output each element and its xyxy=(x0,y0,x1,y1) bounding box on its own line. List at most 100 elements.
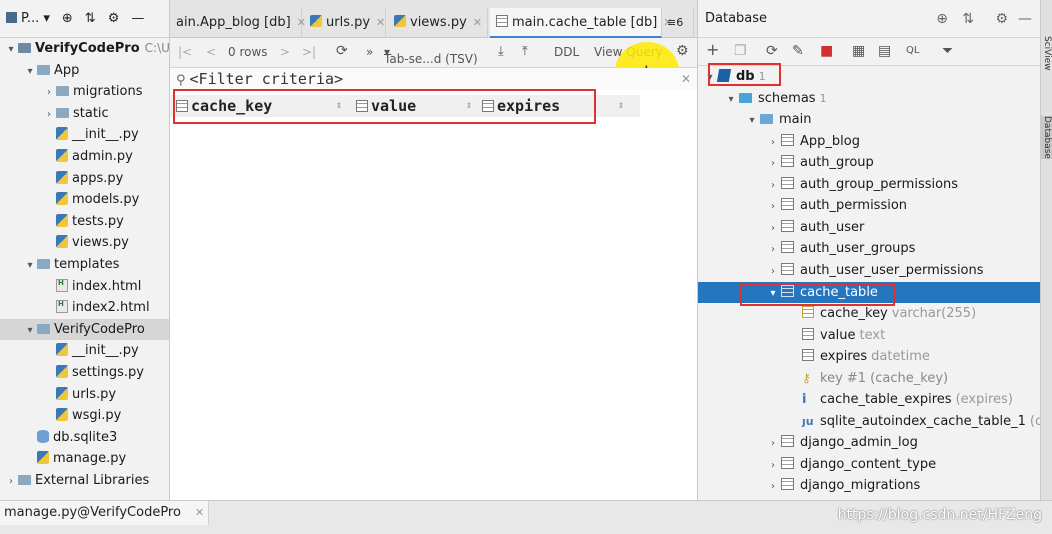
filter-input[interactable]: <Filter criteria> xyxy=(190,70,344,88)
settings-gear-icon[interactable]: ⚙ xyxy=(995,0,1008,38)
settings-gear-icon[interactable]: ⚙ xyxy=(676,43,689,59)
chevron-right-icon[interactable]: › xyxy=(765,433,781,454)
project-tree-item[interactable]: › External Libraries xyxy=(0,470,169,492)
sql-icon[interactable]: QL xyxy=(906,45,919,56)
chevron-right-icon[interactable]: › xyxy=(4,471,18,492)
clear-filter-icon[interactable]: ✕ xyxy=(681,68,691,90)
tab-urls[interactable]: urls.py ✕ xyxy=(304,8,386,38)
tabs-overflow-button[interactable]: ≡6 xyxy=(664,8,694,38)
chevron-right-icon[interactable]: › xyxy=(765,196,781,217)
project-tree-item[interactable]: manage.py xyxy=(0,448,169,469)
locate-icon[interactable]: ⊕ xyxy=(936,0,948,38)
locate-icon[interactable]: ⊕ xyxy=(62,11,73,26)
next-page-icon[interactable]: > xyxy=(280,45,290,59)
table-node[interactable]: › django_admin_log xyxy=(698,432,1040,453)
hide-icon[interactable]: — xyxy=(1018,0,1032,38)
more-icon[interactable]: » xyxy=(366,45,373,59)
sort-icon[interactable]: ⇕ xyxy=(618,95,624,117)
filter-icon[interactable]: ⏷ xyxy=(942,43,953,59)
project-tree-item[interactable]: db.sqlite3 xyxy=(0,427,169,448)
hide-icon[interactable]: — xyxy=(131,11,144,26)
row-count[interactable]: 0 rows xyxy=(228,45,268,59)
console-icon[interactable]: ▤ xyxy=(878,43,891,59)
project-tree-item[interactable]: ▾ App xyxy=(0,60,169,82)
edit-icon[interactable]: ✎ xyxy=(792,43,804,59)
project-tree-item[interactable]: views.py xyxy=(0,232,169,253)
project-tree-item[interactable]: admin.py xyxy=(0,146,169,167)
project-tree-item[interactable]: settings.py xyxy=(0,362,169,383)
project-tree-item[interactable]: ▾ VerifyCodePro C:\Use xyxy=(0,38,169,60)
tab-cache-table[interactable]: main.cache_table [db] ✕ xyxy=(490,8,673,38)
chevron-right-icon[interactable]: › xyxy=(42,104,56,125)
add-icon[interactable]: + xyxy=(706,40,719,59)
sciview-tool-tab[interactable]: SciView xyxy=(1040,36,1052,71)
table-node[interactable]: › auth_permission xyxy=(698,195,1040,216)
export-icon[interactable]: ⤓ xyxy=(498,44,504,59)
project-tree-item[interactable]: urls.py xyxy=(0,384,169,405)
project-tree-item[interactable]: apps.py xyxy=(0,168,169,189)
duplicate-icon[interactable]: ❐ xyxy=(734,43,747,59)
tab-views[interactable]: views.py ✕ xyxy=(388,8,488,38)
db-tree-node[interactable]: ȷu sqlite_autoindex_cache_table_1(cach xyxy=(698,411,1040,432)
table-node[interactable]: › django_content_type xyxy=(698,454,1040,475)
db-tree-node[interactable]: ▾ schemas 1 xyxy=(698,88,1040,109)
project-tree-item[interactable]: › static xyxy=(0,103,169,125)
prev-page-icon[interactable]: < xyxy=(206,45,216,59)
project-tree-item[interactable]: ▾ templates xyxy=(0,254,169,276)
first-page-icon[interactable]: |< xyxy=(178,45,192,59)
project-tree-item[interactable]: models.py xyxy=(0,189,169,210)
db-tree-node[interactable]: ⚷ key #1 (cache_key) xyxy=(698,368,1040,389)
table-node[interactable]: › auth_user xyxy=(698,217,1040,238)
chevron-right-icon[interactable]: › xyxy=(765,455,781,476)
import-icon[interactable]: ⤒ xyxy=(522,44,528,59)
settings-gear-icon[interactable]: ⚙ xyxy=(108,11,120,26)
db-tree-node[interactable]: i cache_table_expires (expires) xyxy=(698,389,1040,410)
chevron-right-icon[interactable]: › xyxy=(42,82,56,103)
data-grid[interactable]: cache_key ⇕ value ⇕ expires ⇕ xyxy=(170,90,697,500)
chevron-right-icon[interactable]: › xyxy=(765,261,781,282)
column-node[interactable]: value text xyxy=(698,325,1040,346)
chevron-right-icon[interactable]: › xyxy=(765,218,781,239)
chevron-down-icon[interactable]: ▾ xyxy=(723,89,739,110)
column-node[interactable]: expires datetime xyxy=(698,346,1040,367)
project-tree-item[interactable]: › migrations xyxy=(0,81,169,103)
run-tab[interactable]: manage.py@VerifyCodePro ✕ xyxy=(0,501,210,525)
stop-icon[interactable]: ■ xyxy=(820,43,833,59)
table-node[interactable]: › auth_user_user_permissions xyxy=(698,260,1040,281)
project-tree-item[interactable]: __init__.py xyxy=(0,340,169,361)
close-icon[interactable]: ✕ xyxy=(376,16,385,29)
last-page-icon[interactable]: >| xyxy=(302,45,316,59)
table-node[interactable]: › auth_group_permissions xyxy=(698,174,1040,195)
project-tree-item[interactable]: wsgi.py xyxy=(0,405,169,426)
export-format-select[interactable]: Tab-se...d (TSV) ▾ xyxy=(384,45,478,66)
table-node[interactable]: › auth_user_groups xyxy=(698,238,1040,259)
close-icon[interactable]: ✕ xyxy=(195,506,204,519)
database-tool-tab[interactable]: Database xyxy=(1040,116,1052,159)
tab-app-blog[interactable]: ain.App_blog [db] ✕ xyxy=(170,8,306,38)
chevron-down-icon[interactable]: ▾ xyxy=(23,255,37,276)
ddl-button[interactable]: DDL xyxy=(554,45,579,59)
chevron-down-icon[interactable]: ▾ xyxy=(4,39,18,60)
collapse-all-icon[interactable]: ⇅ xyxy=(962,0,974,38)
project-tree-item[interactable]: tests.py xyxy=(0,211,169,232)
project-tree-item[interactable]: index.html xyxy=(0,273,169,297)
project-view-selector[interactable]: P... ▾ xyxy=(6,11,50,26)
close-icon[interactable]: ✕ xyxy=(473,16,482,29)
refresh-icon[interactable]: ⟳ xyxy=(766,43,778,59)
refresh-icon[interactable]: ⟳ xyxy=(336,43,348,59)
chevron-right-icon[interactable]: › xyxy=(765,476,781,497)
chevron-down-icon[interactable]: ▾ xyxy=(744,110,760,131)
table-view-icon[interactable]: ▦ xyxy=(852,43,865,59)
project-tree-item[interactable]: ▾ VerifyCodePro xyxy=(0,318,169,341)
chevron-down-icon[interactable]: ▾ xyxy=(23,61,37,82)
table-node[interactable]: › django_migrations xyxy=(698,475,1040,496)
project-tree-item[interactable]: __init__.py xyxy=(0,124,169,145)
table-node[interactable]: › App_blog xyxy=(698,131,1040,152)
db-tree-node[interactable]: ▾ main xyxy=(698,109,1040,130)
chevron-down-icon[interactable]: ▾ xyxy=(23,320,37,341)
project-tree-item[interactable]: index2.html xyxy=(0,294,169,318)
chevron-right-icon[interactable]: › xyxy=(765,239,781,260)
chevron-right-icon[interactable]: › xyxy=(765,153,781,174)
chevron-right-icon[interactable]: › xyxy=(765,175,781,196)
collapse-all-icon[interactable]: ⇅ xyxy=(85,11,96,26)
